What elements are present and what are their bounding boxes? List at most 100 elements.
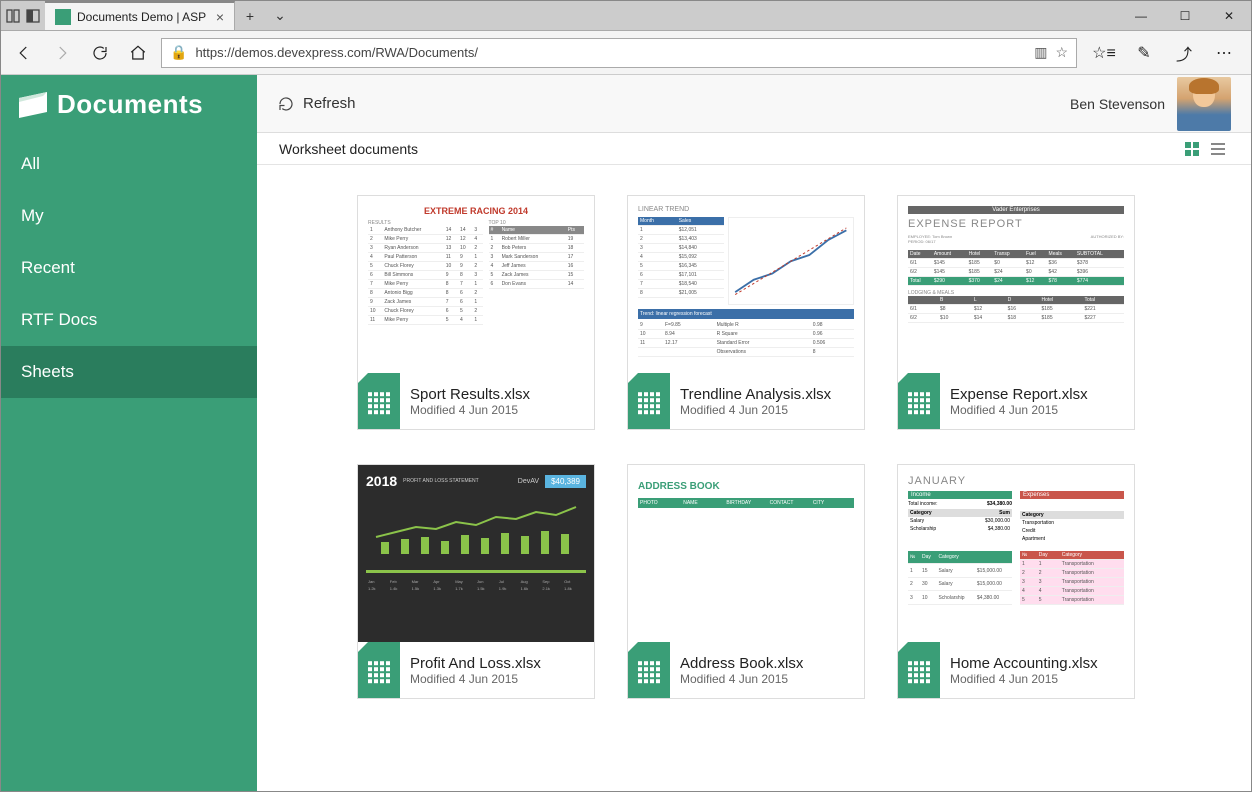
doc-footer: Trendline Analysis.xlsx Modified 4 Jun 2… [628,373,864,429]
page-title: Worksheet documents [279,141,418,157]
doc-modified: Modified 4 Jun 2015 [950,403,1088,417]
window-controls: — ☐ ✕ [1119,1,1251,30]
doc-modified: Modified 4 Jun 2015 [680,403,831,417]
doc-thumbnail: EXTREME RACING 2014 RESULTS 1Anthony But… [358,196,594,373]
sidebar-item-rtf[interactable]: RTF Docs [1,294,257,346]
favorite-icon[interactable]: ☆ [1055,44,1068,61]
list-view-button[interactable] [1207,138,1229,160]
doc-footer: Address Book.xlsx Modified 4 Jun 2015 [628,642,864,698]
reload-button[interactable] [85,38,115,68]
view-toggle [1181,138,1229,160]
thumb-company: Vader Enterprises [908,206,1124,214]
doc-modified: Modified 4 Jun 2015 [680,672,803,686]
refresh-icon [277,95,295,113]
thumb-title: EXTREME RACING 2014 [368,206,584,216]
back-button[interactable] [9,38,39,68]
doc-thumbnail: LINEAR TREND MonthSales1$12,0512$13,4033… [628,196,864,373]
main-content: Refresh Ben Stevenson Worksheet document… [257,75,1251,791]
avatar[interactable] [1177,77,1231,131]
tab-title: Documents Demo | ASP [77,10,210,24]
doc-title: Sport Results.xlsx [410,386,530,403]
spreadsheet-icon [898,642,940,698]
doc-footer: Sport Results.xlsx Modified 4 Jun 2015 [358,373,594,429]
browser-navbar: 🔒 https://demos.devexpress.com/RWA/Docum… [1,31,1251,75]
doc-footer: Expense Report.xlsx Modified 4 Jun 2015 [898,373,1134,429]
grid-view-button[interactable] [1181,138,1203,160]
thumb-amount: $40,389 [545,475,586,488]
doc-thumbnail: ADDRESS BOOK PHOTONAMEBIRTHDAYCONTACTCIT… [628,465,864,642]
refresh-label: Refresh [303,95,356,112]
url-text: https://demos.devexpress.com/RWA/Documen… [195,45,1026,60]
doc-title: Profit And Loss.xlsx [410,655,541,672]
pnl-chart [366,497,586,557]
refresh-button[interactable]: Refresh [277,95,356,113]
thumb-title: JANUARY [908,475,1124,487]
spreadsheet-icon [358,373,400,429]
notes-icon[interactable]: ✎ [1127,38,1161,68]
thumb-title: LINEAR TREND [638,206,854,213]
sidebar-item-all[interactable]: All [1,138,257,190]
doc-title: Home Accounting.xlsx [950,655,1098,672]
doc-footer: Home Accounting.xlsx Modified 4 Jun 2015 [898,642,1134,698]
logo-icon [19,92,47,118]
address-bar[interactable]: 🔒 https://demos.devexpress.com/RWA/Docum… [161,38,1077,68]
doc-thumbnail: 2018 PROFIT AND LOSS STATEMENT DevAV $40… [358,465,594,642]
thumb-section: Expenses [1020,491,1124,499]
doc-card[interactable]: Vader Enterprises EXPENSE REPORT EMPLOYE… [897,195,1135,430]
close-window-button[interactable]: ✕ [1207,1,1251,30]
thumb-section: Income [908,491,1012,499]
tabs-dropdown-icon[interactable]: ⌄ [265,1,295,30]
window-snap-right-icon[interactable] [25,8,41,24]
doc-title: Address Book.xlsx [680,655,803,672]
doc-modified: Modified 4 Jun 2015 [950,672,1098,686]
documents-grid: EXTREME RACING 2014 RESULTS 1Anthony But… [257,165,1251,791]
sidebar: Documents All My Recent RTF Docs Sheets [1,75,257,791]
user-name: Ben Stevenson [1070,96,1165,112]
thumb-title: ADDRESS BOOK [638,475,854,498]
spreadsheet-icon [628,642,670,698]
browser-actions: ☆≡ ✎ ⤴ ⋯ [1085,38,1243,68]
subheader: Worksheet documents [257,133,1251,165]
reading-view-icon[interactable]: ▥ [1034,44,1047,61]
doc-card[interactable]: 2018 PROFIT AND LOSS STATEMENT DevAV $40… [357,464,595,699]
more-icon[interactable]: ⋯ [1207,38,1241,68]
logo-text: Documents [57,89,203,120]
doc-card[interactable]: JANUARY Income Total income:$34,380.00 C… [897,464,1135,699]
doc-thumbnail: JANUARY Income Total income:$34,380.00 C… [898,465,1134,642]
doc-card[interactable]: LINEAR TREND MonthSales1$12,0512$13,4033… [627,195,865,430]
user-area[interactable]: Ben Stevenson [1070,75,1231,132]
new-tab-button[interactable]: + [235,1,265,30]
spreadsheet-icon [898,373,940,429]
sidebar-item-sheets[interactable]: Sheets [1,346,257,398]
sidebar-item-recent[interactable]: Recent [1,242,257,294]
doc-title: Trendline Analysis.xlsx [680,386,831,403]
doc-footer: Profit And Loss.xlsx Modified 4 Jun 2015 [358,642,594,698]
tab-close-icon[interactable]: × [216,9,224,25]
window-quick-buttons [1,1,45,30]
thumb-title: EXPENSE REPORT [908,218,1124,230]
trend-chart [728,217,854,305]
browser-titlebar: Documents Demo | ASP × + ⌄ — ☐ ✕ [1,1,1251,31]
sidebar-item-my[interactable]: My [1,190,257,242]
minimize-button[interactable]: — [1119,1,1163,30]
home-button[interactable] [123,38,153,68]
spreadsheet-icon [358,642,400,698]
favorites-list-icon[interactable]: ☆≡ [1087,38,1121,68]
share-icon[interactable]: ⤴ [1167,38,1201,68]
forward-button[interactable] [47,38,77,68]
spreadsheet-icon [628,373,670,429]
doc-modified: Modified 4 Jun 2015 [410,403,530,417]
doc-title: Expense Report.xlsx [950,386,1088,403]
thumb-company: DevAV [518,478,539,485]
doc-card[interactable]: ADDRESS BOOK PHOTONAMEBIRTHDAYCONTACTCIT… [627,464,865,699]
maximize-button[interactable]: ☐ [1163,1,1207,30]
doc-modified: Modified 4 Jun 2015 [410,672,541,686]
lock-icon: 🔒 [170,44,187,61]
app-root: Documents All My Recent RTF Docs Sheets … [1,75,1251,791]
doc-card[interactable]: EXTREME RACING 2014 RESULTS 1Anthony But… [357,195,595,430]
window-snap-left-icon[interactable] [5,8,21,24]
browser-tab[interactable]: Documents Demo | ASP × [45,1,235,30]
app-logo[interactable]: Documents [1,75,257,138]
app-toolbar: Refresh Ben Stevenson [257,75,1251,133]
favicon [55,9,71,25]
